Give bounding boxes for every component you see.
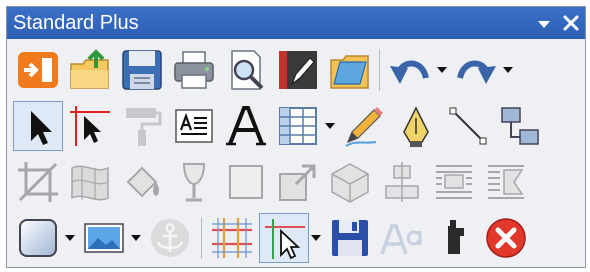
folder-button[interactable]	[325, 45, 375, 95]
format-paint-button[interactable]	[117, 101, 167, 151]
rectangle-icon	[229, 165, 263, 199]
fill-bucket-button[interactable]	[117, 157, 167, 207]
print-preview-button[interactable]	[221, 45, 271, 95]
grid-button[interactable]	[207, 213, 257, 263]
print-icon	[174, 51, 214, 89]
pointer-button[interactable]	[13, 101, 63, 151]
separator	[201, 217, 202, 259]
print-preview-icon	[231, 50, 264, 90]
save-disk-icon	[332, 220, 368, 256]
pen-nib-button[interactable]	[391, 101, 441, 151]
text-frame-icon	[175, 109, 213, 143]
wrap-sides-button[interactable]	[481, 157, 531, 207]
anchor-button[interactable]	[145, 213, 195, 263]
redo-icon	[457, 60, 496, 84]
3d-cube-button[interactable]	[325, 157, 375, 207]
anchor-icon	[151, 219, 189, 257]
picture-button[interactable]	[79, 213, 129, 263]
hand-button[interactable]	[429, 213, 479, 263]
edit-book-icon	[279, 51, 317, 89]
3d-cube-icon	[331, 163, 369, 203]
standard-plus-toolbar: Standard Plus	[6, 6, 586, 268]
resize-button[interactable]	[273, 157, 323, 207]
print-button[interactable]	[169, 45, 219, 95]
rectangle-button[interactable]	[221, 157, 271, 207]
crop-button[interactable]	[13, 157, 63, 207]
wrap-text-icon	[436, 165, 472, 199]
stop-icon	[486, 218, 526, 258]
font-size-button[interactable]	[377, 213, 427, 263]
align-icon	[385, 162, 419, 202]
close-x-icon[interactable]	[561, 13, 581, 33]
warp-icon	[71, 165, 109, 201]
frame-pointer-button[interactable]	[65, 101, 115, 151]
file-row	[7, 43, 585, 97]
line-icon	[449, 107, 487, 145]
table-button[interactable]	[273, 101, 323, 151]
pointer-icon	[31, 111, 52, 145]
save-icon	[122, 50, 162, 90]
format-paint-icon	[126, 108, 162, 146]
picture-icon	[84, 223, 124, 253]
select-grid-icon	[265, 219, 305, 260]
wine-glass-button[interactable]	[169, 157, 219, 207]
misc-row	[7, 211, 585, 265]
text-button[interactable]	[221, 101, 271, 151]
object-row	[7, 155, 585, 209]
import-icon	[18, 52, 58, 88]
undo-dropdown-icon[interactable]	[435, 64, 449, 76]
wrap-sides-icon	[488, 165, 524, 199]
link-frames-button[interactable]	[495, 101, 545, 151]
triangle-down-icon[interactable]	[535, 15, 553, 33]
edit-book-button[interactable]	[273, 45, 323, 95]
wrap-text-button[interactable]	[429, 157, 479, 207]
crop-icon	[18, 162, 58, 202]
shape-dropdown-icon[interactable]	[63, 232, 77, 244]
grid-icon	[212, 218, 252, 258]
resize-icon	[279, 164, 316, 201]
stop-button[interactable]	[481, 213, 531, 263]
warp-button[interactable]	[65, 157, 115, 207]
redo-button[interactable]	[451, 45, 501, 95]
text-icon	[226, 106, 266, 146]
pencil-button[interactable]	[339, 101, 389, 151]
select-grid-dropdown-icon[interactable]	[309, 232, 323, 244]
pen-nib-icon	[403, 106, 429, 147]
hand-icon	[448, 220, 464, 254]
save-button[interactable]	[117, 45, 167, 95]
save-disk-button[interactable]	[325, 213, 375, 263]
shape-icon	[19, 219, 57, 257]
open-folder-icon	[70, 49, 109, 89]
toolbar-title: Standard Plus	[13, 12, 139, 34]
undo-icon	[390, 60, 429, 84]
import-button[interactable]	[13, 45, 63, 95]
shape-button[interactable]	[13, 213, 63, 263]
folder-icon	[330, 55, 369, 89]
align-button[interactable]	[377, 157, 427, 207]
fill-bucket-icon	[126, 166, 159, 198]
tools-row	[7, 99, 585, 153]
link-frames-icon	[501, 107, 539, 145]
separator	[379, 49, 380, 91]
text-frame-button[interactable]	[169, 101, 219, 151]
line-button[interactable]	[443, 101, 493, 151]
redo-dropdown-icon[interactable]	[501, 64, 515, 76]
pencil-icon	[345, 107, 383, 147]
undo-button[interactable]	[385, 45, 435, 95]
table-dropdown-icon[interactable]	[323, 120, 337, 132]
toolbar-title-bar[interactable]: Standard Plus	[7, 7, 585, 39]
select-grid-button[interactable]	[259, 213, 309, 263]
table-icon	[279, 107, 317, 145]
font-size-icon	[380, 224, 422, 255]
open-folder-button[interactable]	[65, 45, 115, 95]
wine-glass-icon	[182, 163, 206, 202]
frame-pointer-icon	[70, 106, 110, 146]
picture-dropdown-icon[interactable]	[129, 232, 143, 244]
